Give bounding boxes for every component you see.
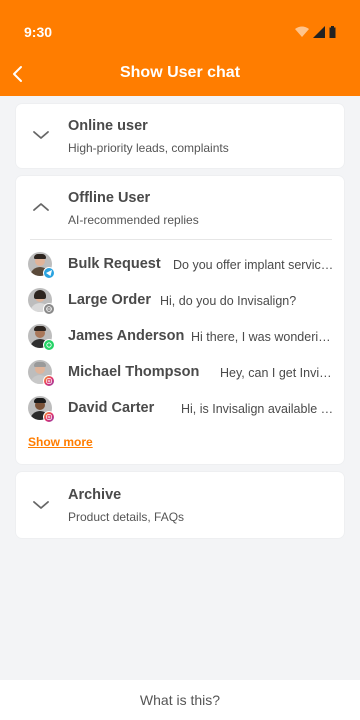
chat-row[interactable]: David Carter Hi, is Invisalign available… xyxy=(28,396,335,424)
show-more-link[interactable]: Show more xyxy=(28,435,93,449)
chat-name: Bulk Request xyxy=(68,256,161,272)
chat-preview: Hi, do you do Invisalign? xyxy=(160,294,297,308)
chat-row[interactable]: Bulk Request Do you offer implant servic… xyxy=(28,252,335,280)
section-title: Archive xyxy=(68,487,122,503)
chevron-down-icon[interactable] xyxy=(30,124,52,146)
signal-icon xyxy=(313,26,325,38)
chat-row[interactable]: Michael Thompson Hey, can I get Invisali… xyxy=(28,360,335,388)
chat-preview: Hi, is Invisalign available with... xyxy=(181,402,335,416)
section-subtitle: High-priority leads, complaints xyxy=(68,141,229,155)
chat-row[interactable]: James Anderson Hi there, I was wondering… xyxy=(28,324,335,352)
chat-row[interactable]: Large Order Hi, do you do Invisalign? xyxy=(28,288,334,316)
instagram-icon xyxy=(43,375,55,387)
section-title: Offline User xyxy=(68,190,151,206)
chat-name: David Carter xyxy=(68,400,155,416)
telegram-icon xyxy=(43,267,55,279)
chevron-down-icon[interactable] xyxy=(30,494,52,516)
chat-name: James Anderson xyxy=(68,328,185,344)
wifi-icon xyxy=(295,26,309,37)
what-is-this-button[interactable]: What is this? xyxy=(0,680,360,720)
battery-icon xyxy=(329,26,336,38)
page-title: Show User chat xyxy=(119,64,241,81)
section-title: Online user xyxy=(68,118,148,134)
section-subtitle: Product details, FAQs xyxy=(68,510,185,524)
chat-name: Large Order xyxy=(68,292,151,308)
status-icons xyxy=(295,26,336,38)
online-user-section[interactable]: Online user High-priority leads, complai… xyxy=(16,104,344,168)
instagram-icon xyxy=(43,411,55,423)
status-time: 9:30 xyxy=(24,24,53,40)
app-header: 9:30 Show User chat xyxy=(0,0,360,96)
section-subtitle: AI-recommended replies xyxy=(68,213,199,227)
chat-name: Michael Thompson xyxy=(68,364,200,380)
chevron-up-icon[interactable] xyxy=(30,196,52,218)
chat-preview: Hey, can I get Invisalign... xyxy=(220,366,335,380)
archive-section[interactable]: Archive Product details, FAQs xyxy=(16,472,344,538)
whatsapp-icon xyxy=(43,339,55,351)
chat-preview: Do you offer implant service... xyxy=(173,258,335,272)
globe-icon xyxy=(43,303,55,315)
chat-preview: Hi there, I was wondering... xyxy=(191,330,335,344)
offline-user-section: Offline User AI-recommended replies Bulk… xyxy=(16,176,344,464)
divider xyxy=(30,239,332,240)
